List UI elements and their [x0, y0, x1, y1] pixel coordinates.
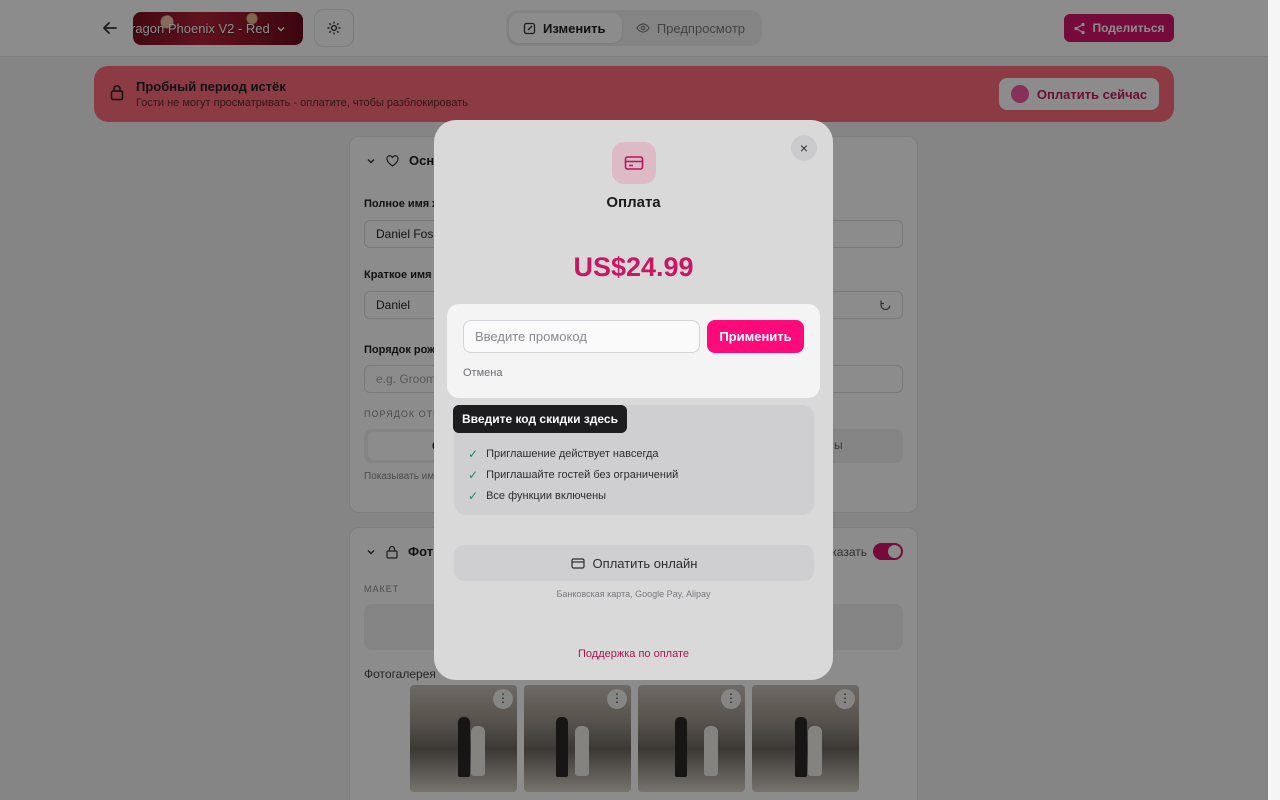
promo-code-input[interactable] — [463, 320, 700, 353]
feature-item: ✓ Все функции включены — [468, 489, 606, 503]
pay-online-button[interactable]: Оплатить онлайн — [454, 545, 814, 581]
feature-item: ✓ Приглашение действует навсегда — [468, 447, 659, 461]
apply-button[interactable]: Применить — [707, 320, 804, 353]
check-icon: ✓ — [468, 447, 479, 461]
close-button[interactable]: × — [791, 135, 817, 161]
close-icon: × — [799, 140, 809, 156]
feature-text: Приглашение действует навсегда — [486, 448, 659, 460]
credit-card-icon — [570, 557, 585, 569]
feature-item: ✓ Приглашайте гостей без ограничений — [468, 468, 678, 482]
credit-card-icon — [624, 156, 644, 170]
payment-support-link[interactable]: Поддержка по оплате — [434, 648, 833, 660]
cancel-link[interactable]: Отмена — [463, 367, 502, 379]
pay-online-label: Оплатить онлайн — [592, 555, 698, 571]
modal-title: Оплата — [606, 194, 661, 211]
scrollbar[interactable] — [1268, 0, 1280, 800]
check-icon: ✓ — [468, 489, 479, 503]
price: US$24.99 — [573, 252, 694, 282]
promo-tooltip: Введите код скидки здесь — [453, 405, 627, 433]
payment-icon-badge — [612, 142, 656, 184]
payment-modal: × Оплата US$24.99 ✓ Приглашение действует… — [434, 120, 833, 680]
check-icon: ✓ — [468, 468, 479, 482]
apply-label: Применить — [719, 329, 792, 344]
payment-methods: Банковская карта, Google Pay, Alipay — [556, 589, 711, 599]
feature-text: Приглашайте гостей без ограничений — [486, 469, 679, 481]
feature-text: Все функции включены — [486, 490, 607, 502]
promo-code-section: Применить Отмена — [447, 304, 820, 398]
